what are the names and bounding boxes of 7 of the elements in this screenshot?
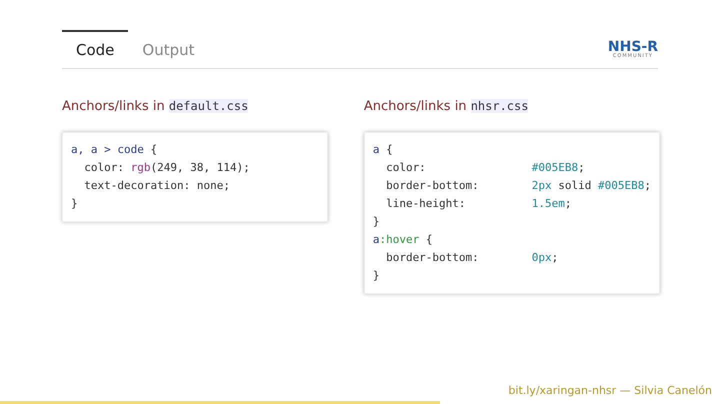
footer-text: bit.ly/xaringan-nhsr — Silvia Canelón bbox=[508, 384, 712, 397]
section-heading: Anchors/links in default.css bbox=[62, 99, 250, 114]
code-block: a, a > code { color: rgb(249, 38, 114); text-decoration: none; } bbox=[62, 132, 328, 222]
section-heading: Anchors/links in nhsr.css bbox=[364, 99, 530, 114]
tab[interactable]: Output bbox=[128, 30, 209, 68]
tab[interactable]: Code bbox=[62, 30, 128, 68]
code-block: a { color: #005EB8; border-bottom: 2px solid #005EB8; line-height: 1.5em; } a:hover { border-bottom: 0px; } bbox=[364, 132, 660, 294]
